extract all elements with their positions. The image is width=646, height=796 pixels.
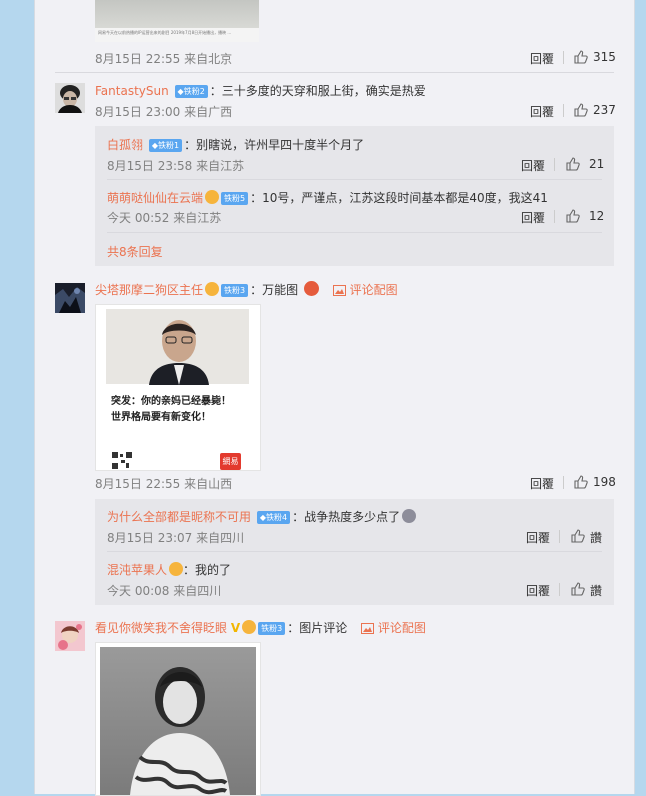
avatar[interactable]	[55, 83, 85, 113]
divider	[107, 551, 602, 552]
reply-button[interactable]: 回覆	[521, 209, 545, 226]
crown-icon	[242, 620, 257, 634]
sub-reply-line: 萌萌哒仙仙在云端 铁粉5 ：10号，严谨点，江苏这段时间基本都是40度，我这41	[107, 189, 548, 206]
more-replies-link[interactable]: 共8条回复	[107, 243, 163, 260]
username-link[interactable]: 看见你微笑我不舍得眨眼	[95, 621, 227, 635]
image-comment-label: 评论配图	[349, 283, 398, 297]
comment-line: 尖塔那摩二狗区主任 铁粉3 ：万能图 评论配图	[95, 281, 398, 298]
sub-reply-line: 白孤翎 ◆铁粉1 ：别瞎说，许州早四十度半个月了	[107, 136, 364, 153]
sub-reply-time: 今天 00:08 来自四川	[107, 584, 222, 598]
fan-badge[interactable]: ◆铁粉2	[174, 85, 208, 98]
image-comment-link[interactable]: 评论配图	[361, 621, 426, 635]
divider	[554, 210, 555, 223]
thumbs-up-icon[interactable]	[571, 529, 585, 543]
crown-icon	[205, 190, 220, 204]
badge-label: 铁粉3	[224, 286, 246, 295]
like-count: 12	[589, 209, 605, 223]
emoji-icon	[402, 509, 417, 523]
sub-reply-text: ：我的了	[183, 563, 232, 577]
top-like-count: 315	[593, 50, 616, 64]
image-comment-label: 评论配图	[377, 621, 426, 635]
top-image-caption: 网易今天在以前热播的IP运营出来的剧目 2019年7月8日开始播出，播映 ...	[98, 30, 232, 35]
divider	[563, 104, 564, 117]
image-icon	[361, 623, 375, 634]
badge-label: 铁粉1	[158, 141, 180, 150]
sub-reply-line: 混沌苹果人 ：我的了	[107, 561, 231, 578]
fan-badge[interactable]: ◆铁粉4	[256, 511, 291, 524]
comment-time: 8月15日 23:00 来自广西	[95, 105, 233, 119]
sub-reply-time: 8月15日 23:07 来自四川	[107, 531, 245, 545]
comment-panel: 网易今天在以前热播的IP运营出来的剧目 2019年7月8日开始播出，播映 ...…	[34, 0, 635, 796]
fan-badge[interactable]: 铁粉3	[258, 622, 286, 635]
like-count: 237	[593, 103, 616, 117]
thumbs-up-icon[interactable]	[566, 209, 580, 223]
brand-logo: 網易	[220, 453, 241, 470]
sub-reply-text: ：战争热度多少点了	[292, 510, 401, 524]
thumbs-up-icon[interactable]	[571, 582, 585, 596]
divider	[107, 232, 602, 233]
comment-image[interactable]: 突发：你的亲妈已经暴毙！ 世界格局要有新变化！ 網易	[95, 304, 261, 471]
reply-button[interactable]: 回覆	[530, 103, 554, 120]
fan-badge[interactable]: ◆铁粉1	[148, 139, 183, 152]
divider	[107, 179, 602, 180]
divider	[559, 583, 560, 596]
like-label: 讚	[590, 531, 603, 545]
thumbs-up-icon[interactable]	[574, 475, 588, 489]
divider	[554, 158, 555, 171]
sub-reply-time: 8月15日 23:58 来自江苏	[107, 159, 245, 173]
like-count: 198	[593, 475, 616, 489]
badge-label: 铁粉4	[266, 513, 288, 522]
avatar[interactable]	[55, 621, 85, 651]
reply-button[interactable]: 回覆	[526, 582, 550, 599]
comment-text: ：图片评论	[287, 621, 348, 635]
comment-image[interactable]	[95, 642, 261, 796]
brand-logo-label: 網易	[222, 457, 239, 466]
comment-text: ：万能图	[250, 283, 299, 297]
fan-badge[interactable]: 铁粉5	[221, 192, 249, 205]
comment-time: 8月15日 22:55 来自山西	[95, 477, 233, 491]
divider	[563, 476, 564, 489]
fan-badge[interactable]: 铁粉3	[221, 284, 249, 297]
crown-icon	[169, 562, 184, 576]
username-link[interactable]: 为什么全部都是昵称不可用	[107, 510, 251, 524]
badge-label: 铁粉5	[224, 194, 246, 203]
like-label: 讚	[590, 584, 603, 598]
image-comment-link[interactable]: 评论配图	[332, 283, 398, 297]
username-link[interactable]: 混沌苹果人	[107, 563, 167, 577]
divider	[563, 51, 564, 64]
badge-label: 铁粉3	[261, 624, 283, 633]
divider	[55, 72, 614, 73]
thumbs-up-icon[interactable]	[566, 157, 580, 171]
image-headline: 突发：你的亲妈已经暴毙！	[111, 396, 231, 407]
emoji-icon	[303, 281, 319, 296]
reply-button[interactable]: 回覆	[521, 157, 545, 174]
sub-reply-text: ：别瞎说，许州早四十度半个月了	[184, 138, 365, 152]
top-comment-time: 8月15日 22:55 来自北京	[95, 52, 233, 66]
sub-reply-line: 为什么全部都是昵称不可用 ◆铁粉4 ：战争热度多少点了	[107, 508, 417, 525]
avatar[interactable]	[55, 283, 85, 313]
divider	[559, 530, 560, 543]
username-link[interactable]: 白孤翎	[107, 138, 143, 152]
verified-v-icon: V	[230, 621, 241, 635]
username-link[interactable]: 萌萌哒仙仙在云端	[107, 191, 203, 205]
crown-icon	[205, 282, 220, 296]
thumbs-up-icon[interactable]	[574, 50, 588, 64]
qr-code-icon	[111, 451, 133, 470]
username-link[interactable]: 尖塔那摩二狗区主任	[95, 283, 203, 297]
image-headline-2: 世界格局要有新变化！	[111, 412, 211, 423]
reply-button[interactable]: 回覆	[530, 475, 554, 492]
badge-label: 铁粉2	[183, 87, 205, 96]
image-icon	[332, 285, 346, 296]
comment-text: ：三十多度的天穿和服上街，确实是热爱	[209, 84, 426, 98]
top-reply-button[interactable]: 回覆	[530, 50, 554, 67]
username-link[interactable]: FantastySun	[95, 84, 169, 98]
sub-reply-time: 今天 00:52 来自江苏	[107, 211, 222, 225]
thumbs-up-icon[interactable]	[574, 103, 588, 117]
like-count: 21	[589, 157, 605, 171]
comment-line: 看见你微笑我不舍得眨眼 V 铁粉3 ：图片评论 评论配图	[95, 619, 426, 636]
comment-line: FantastySun ◆铁粉2 ：三十多度的天穿和服上街，确实是热爱	[95, 82, 426, 99]
sub-reply-text: ：10号，严谨点，江苏这段时间基本都是40度，我这41	[250, 191, 548, 205]
reply-button[interactable]: 回覆	[526, 529, 550, 546]
top-comment-image[interactable]: 网易今天在以前热播的IP运营出来的剧目 2019年7月8日开始播出，播映 ...	[95, 0, 259, 42]
